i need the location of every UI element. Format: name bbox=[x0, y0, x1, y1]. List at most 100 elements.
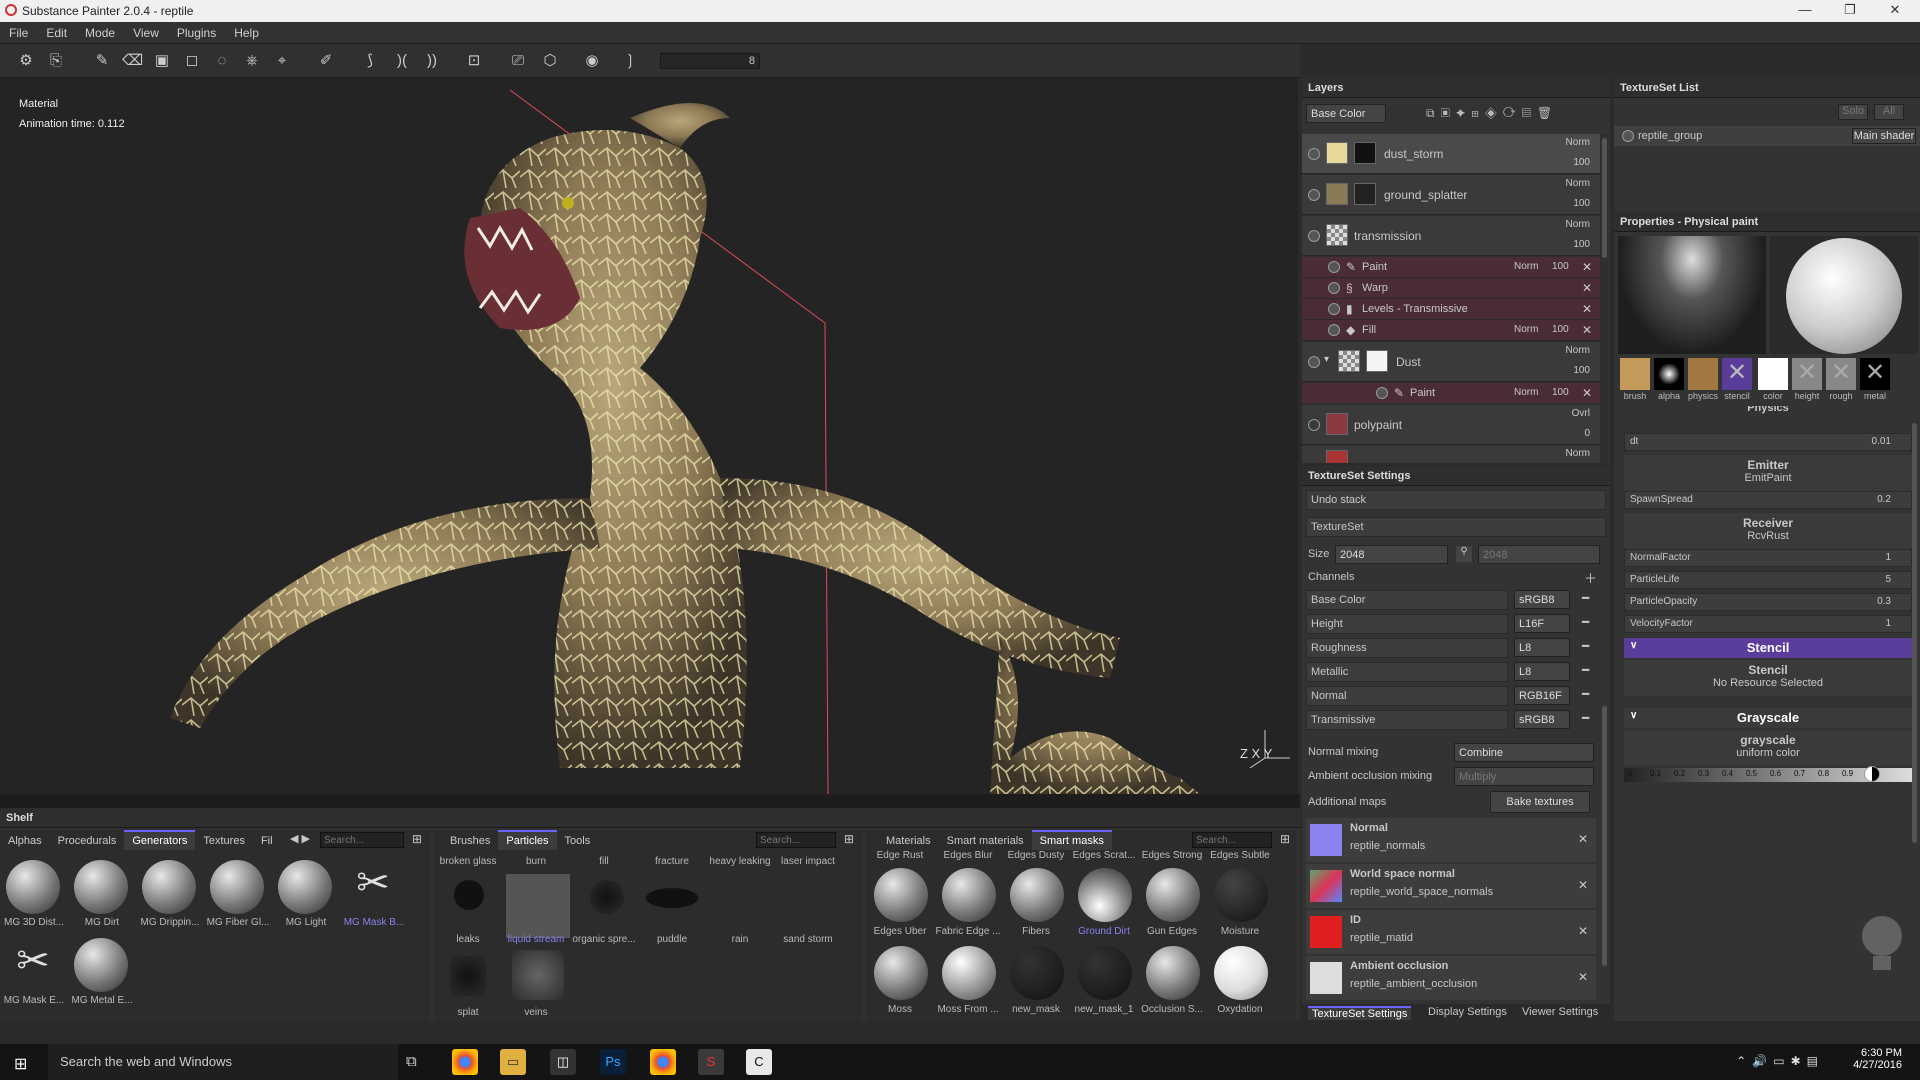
brush-size-slider[interactable]: 8 bbox=[660, 53, 760, 69]
wrench-icon[interactable]: ✂ bbox=[346, 860, 400, 914]
grid-view-icon[interactable]: ⊞ bbox=[412, 832, 422, 846]
tab-brushes[interactable]: Brushes bbox=[442, 832, 498, 850]
effect-opacity[interactable]: 100 bbox=[1552, 324, 1569, 335]
layers-scrollbar[interactable] bbox=[1602, 138, 1607, 258]
bake-textures-button[interactable]: Bake textures bbox=[1490, 791, 1590, 813]
size-select[interactable]: 2048 bbox=[1335, 545, 1448, 564]
generator-thumb[interactable] bbox=[74, 860, 128, 914]
taskbar-search[interactable]: Search the web and Windows bbox=[48, 1044, 398, 1080]
chrome-icon-2[interactable] bbox=[650, 1049, 676, 1075]
visibility-eye-icon[interactable] bbox=[1308, 356, 1320, 368]
remove-channel-icon[interactable]: ━ bbox=[1582, 687, 1589, 701]
visibility-eye-icon[interactable] bbox=[1308, 148, 1320, 160]
grid-view-icon[interactable]: ⊞ bbox=[1280, 832, 1290, 846]
symmetry-2-icon[interactable]: )( bbox=[392, 51, 412, 71]
tab-particles[interactable]: Particles bbox=[498, 830, 557, 850]
maximize-icon[interactable]: ❐ bbox=[1835, 2, 1865, 20]
color-picker-icon[interactable] bbox=[1864, 766, 1880, 782]
textureset-row[interactable]: reptile_group Main shader bbox=[1614, 126, 1920, 146]
particle-thumb[interactable] bbox=[454, 880, 484, 910]
map-row[interactable]: World space normal reptile_world_space_n… bbox=[1306, 864, 1596, 908]
effect-row[interactable]: ◆ Fill Norm 100 ✕ bbox=[1302, 320, 1600, 341]
tab-display-settings[interactable]: Display Settings bbox=[1428, 1006, 1507, 1018]
menu-plugins[interactable]: Plugins bbox=[168, 22, 225, 40]
remove-map-icon[interactable]: ✕ bbox=[1578, 878, 1588, 892]
particles-search-input[interactable] bbox=[756, 832, 836, 848]
generator-thumb[interactable] bbox=[74, 938, 128, 992]
visibility-eye-icon[interactable] bbox=[1622, 130, 1634, 142]
tab-textureset-settings[interactable]: TextureSet Settings bbox=[1308, 1006, 1412, 1020]
param-value[interactable]: 1 bbox=[1885, 552, 1891, 563]
tab-generators[interactable]: Generators bbox=[124, 830, 196, 850]
generator-thumb[interactable] bbox=[142, 860, 196, 914]
solo-button[interactable]: Solo bbox=[1838, 104, 1868, 120]
channel-format[interactable]: sRGB8 bbox=[1514, 710, 1570, 729]
collapse-icon[interactable]: ∨ bbox=[1630, 710, 1637, 721]
effect-blend[interactable]: Norm bbox=[1514, 324, 1538, 335]
mask-thumb[interactable] bbox=[1214, 946, 1268, 1000]
map-row[interactable]: Ambient occlusion reptile_ambient_occlus… bbox=[1306, 956, 1596, 1000]
menu-file[interactable]: File bbox=[0, 22, 37, 40]
tab-tools[interactable]: Tools bbox=[557, 832, 599, 850]
remove-channel-icon[interactable]: ━ bbox=[1582, 663, 1589, 677]
minimize-icon[interactable]: — bbox=[1790, 2, 1820, 20]
menu-edit[interactable]: Edit bbox=[37, 22, 76, 40]
remove-channel-icon[interactable]: ━ bbox=[1582, 639, 1589, 653]
layer-tools-icon[interactable]: ⧉▣✦⊞◈⟳▤🗑 bbox=[1426, 106, 1558, 121]
layer-opacity[interactable]: 100 bbox=[1573, 365, 1590, 376]
visibility-eye-icon[interactable] bbox=[1328, 282, 1340, 294]
photoshop-icon[interactable]: Ps bbox=[600, 1049, 626, 1075]
layer-opacity[interactable]: 0 bbox=[1584, 428, 1590, 439]
tab-smart-materials[interactable]: Smart materials bbox=[939, 832, 1032, 850]
brush-slot-icon[interactable] bbox=[1620, 358, 1650, 390]
dt-value[interactable]: 0.01 bbox=[1872, 436, 1891, 447]
effect-row[interactable]: ✎ Paint Norm 100 ✕ bbox=[1302, 257, 1600, 278]
physics-slot-icon[interactable] bbox=[1688, 358, 1718, 390]
layer-opacity[interactable]: 100 bbox=[1573, 157, 1590, 168]
tss-scrollbar[interactable] bbox=[1602, 706, 1607, 966]
particle-thumb[interactable] bbox=[512, 950, 564, 1000]
layer-blend[interactable]: Norm bbox=[1566, 448, 1590, 459]
remove-effect-icon[interactable]: ✕ bbox=[1582, 386, 1592, 400]
effect-row[interactable]: ✎ Paint Norm 100 ✕ bbox=[1302, 383, 1600, 404]
generator-thumb[interactable] bbox=[278, 860, 332, 914]
map-row[interactable]: ID reptile_matid ✕ bbox=[1306, 910, 1596, 954]
mask-thumb[interactable] bbox=[874, 946, 928, 1000]
3d-viewport[interactable]: Material Animation time: 0.112 Z X Y bbox=[0, 78, 1298, 794]
layer-blend[interactable]: Norm bbox=[1566, 345, 1590, 356]
visibility-eye-icon[interactable] bbox=[1328, 324, 1340, 336]
camtasia-icon[interactable]: C bbox=[746, 1049, 772, 1075]
menu-mode[interactable]: Mode bbox=[76, 22, 124, 40]
projection-icon[interactable]: ▣ bbox=[152, 51, 172, 71]
visibility-eye-icon[interactable] bbox=[1328, 303, 1340, 315]
visibility-eye-icon[interactable] bbox=[1376, 387, 1388, 399]
tab-smart-masks[interactable]: Smart masks bbox=[1031, 830, 1112, 850]
substance-icon[interactable]: ⚙ bbox=[16, 51, 36, 71]
dt-slider[interactable]: dt 0.01 bbox=[1624, 433, 1912, 451]
mask-thumb[interactable] bbox=[1078, 946, 1132, 1000]
layer-blend[interactable]: Norm bbox=[1566, 219, 1590, 230]
grayscale-header[interactable]: ∨ Grayscale bbox=[1624, 708, 1912, 728]
particle-thumb[interactable] bbox=[646, 888, 698, 908]
bracket-icon[interactable]: ❳ bbox=[620, 51, 640, 71]
param-value[interactable]: 5 bbox=[1885, 574, 1891, 585]
remove-effect-icon[interactable]: ✕ bbox=[1582, 323, 1592, 337]
cube-icon[interactable]: ⬡ bbox=[540, 51, 560, 71]
screenshot-icon[interactable]: ◉ bbox=[582, 51, 602, 71]
spawnspread-value[interactable]: 0.2 bbox=[1877, 494, 1891, 505]
add-channel-icon[interactable]: ＋ bbox=[1584, 568, 1597, 587]
tab-viewer-settings[interactable]: Viewer Settings bbox=[1522, 1006, 1598, 1018]
receiver-box[interactable]: Receiver RcvRust bbox=[1624, 513, 1912, 549]
visibility-eye-icon[interactable] bbox=[1308, 230, 1320, 242]
wrench-icon[interactable]: ✂ bbox=[6, 938, 60, 992]
rough-slot-icon[interactable]: ✕ bbox=[1826, 358, 1856, 390]
uv-view-icon[interactable]: ⊡ bbox=[464, 51, 484, 71]
stencil-header[interactable]: ∨ Stencil bbox=[1624, 638, 1912, 658]
stencil-box[interactable]: Stencil No Resource Selected bbox=[1624, 660, 1912, 696]
param-slider[interactable]: VelocityFactor 1 bbox=[1624, 615, 1912, 633]
textureset-field[interactable]: TextureSet bbox=[1306, 517, 1606, 537]
shelf-search-input[interactable] bbox=[320, 832, 404, 848]
spawnspread-slider[interactable]: SpawnSpread 0.2 bbox=[1624, 491, 1912, 509]
clock[interactable]: 6:30 PM 4/27/2016 bbox=[1853, 1047, 1902, 1071]
clone-icon[interactable]: ⎈ bbox=[242, 51, 262, 71]
